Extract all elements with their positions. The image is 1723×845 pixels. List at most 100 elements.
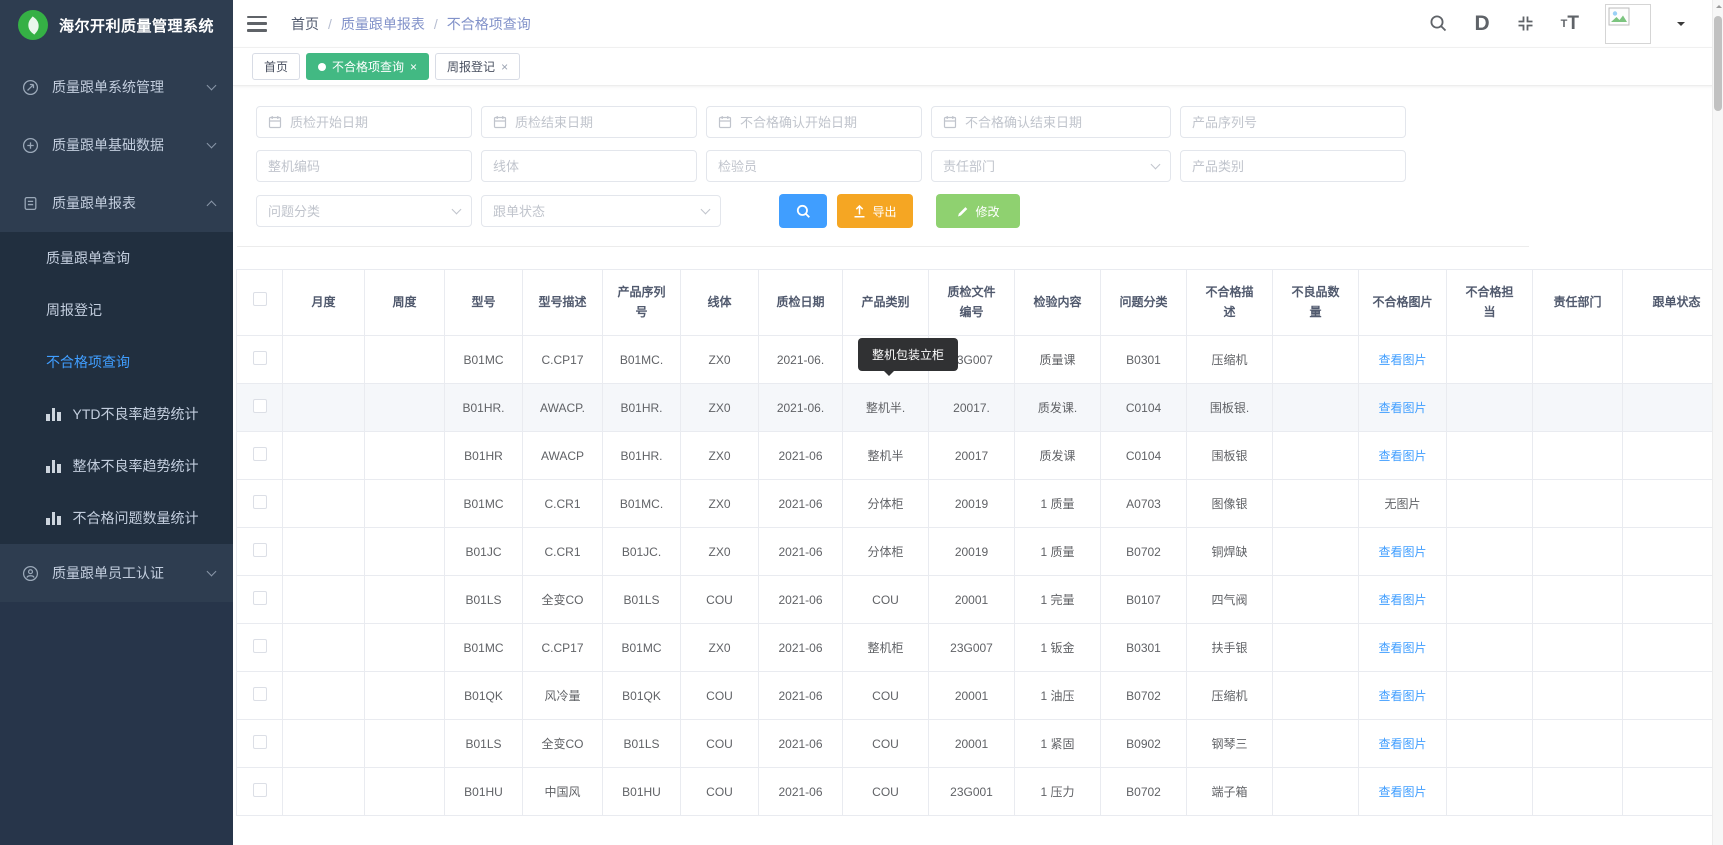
- top-navbar: 首页 / 质量跟单报表 / 不合格项查询 D TT: [233, 0, 1723, 48]
- row-select-cell: [237, 576, 283, 624]
- filter-panel: 导出 修改: [233, 86, 1723, 228]
- font-size-icon[interactable]: TT: [1561, 13, 1579, 35]
- caret-down-icon[interactable]: [1677, 22, 1685, 30]
- inspect-end-date-input[interactable]: [515, 115, 685, 130]
- search-button[interactable]: [779, 194, 827, 228]
- confirm-end-date-field[interactable]: [931, 106, 1171, 138]
- row-checkbox[interactable]: [253, 543, 267, 557]
- scrollbar-thumb[interactable]: [1714, 16, 1722, 111]
- view-image-link[interactable]: 查看图片: [1378, 785, 1426, 799]
- cell-defect-qty: [1273, 528, 1359, 576]
- scrollbar[interactable]: [1712, 0, 1723, 845]
- calendar-icon: [943, 115, 957, 129]
- sidebar-item-overall-defect-trend[interactable]: 整体不良率趋势统计: [0, 440, 233, 492]
- sidebar-item-reports[interactable]: 质量跟单报表: [0, 174, 233, 232]
- sidebar-item-employee-certification[interactable]: 质量跟单员工认证: [0, 544, 233, 602]
- view-image-link[interactable]: 查看图片: [1378, 545, 1426, 559]
- view-image-link[interactable]: 查看图片: [1378, 737, 1426, 751]
- inspect-start-date-input[interactable]: [290, 115, 460, 130]
- cell-file-no: 20019: [929, 480, 1015, 528]
- confirm-start-date-input[interactable]: [740, 115, 910, 130]
- sidebar-item-basic-data[interactable]: 质量跟单基础数据: [0, 116, 233, 174]
- scrollbar-up-button[interactable]: [1713, 0, 1723, 13]
- row-checkbox[interactable]: [253, 399, 267, 413]
- column-header: 检验内容: [1015, 270, 1101, 336]
- sidebar-item-quality-track-query[interactable]: 质量跟单查询: [0, 232, 233, 284]
- column-header: 质检文件编号: [929, 270, 1015, 336]
- view-image-link[interactable]: 查看图片: [1378, 593, 1426, 607]
- inspect-end-date-field[interactable]: [481, 106, 697, 138]
- cell-line: COU: [681, 672, 759, 720]
- view-image-link[interactable]: 查看图片: [1378, 449, 1426, 463]
- cell-defect-qty: [1273, 432, 1359, 480]
- row-checkbox[interactable]: [253, 639, 267, 653]
- tab-weekly-report[interactable]: 周报登记 ×: [435, 53, 520, 80]
- cell-defect-qty: [1273, 624, 1359, 672]
- product-serial-field[interactable]: [1180, 106, 1406, 138]
- close-icon[interactable]: ×: [501, 60, 508, 74]
- tooltip-text: 整机包装立柜: [872, 348, 944, 362]
- row-select-cell: [237, 768, 283, 816]
- view-image-link[interactable]: 查看图片: [1378, 401, 1426, 415]
- product-serial-input[interactable]: [1192, 115, 1394, 130]
- line-field[interactable]: [481, 150, 697, 182]
- sidebar-item-nonconforming-query[interactable]: 不合格项查询: [0, 336, 233, 388]
- export-button[interactable]: 导出: [837, 194, 913, 228]
- row-checkbox[interactable]: [253, 735, 267, 749]
- select-all-checkbox[interactable]: [253, 292, 267, 306]
- view-image-link[interactable]: 查看图片: [1378, 641, 1426, 655]
- breadcrumb-home[interactable]: 首页: [291, 14, 319, 34]
- sidebar-item-weekly-report[interactable]: 周报登记: [0, 284, 233, 336]
- search-icon[interactable]: [1429, 14, 1448, 33]
- row-select-cell: [237, 672, 283, 720]
- view-image-link[interactable]: 查看图片: [1378, 689, 1426, 703]
- row-checkbox[interactable]: [253, 591, 267, 605]
- row-checkbox[interactable]: [253, 351, 267, 365]
- cell-month: [283, 576, 365, 624]
- main-area: 首页 / 质量跟单报表 / 不合格项查询 D TT 首页: [233, 0, 1723, 845]
- dept-select-input[interactable]: [943, 159, 1152, 174]
- product-category-input[interactable]: [1192, 159, 1394, 174]
- machine-code-input[interactable]: [268, 159, 460, 174]
- inspect-start-date-field[interactable]: [256, 106, 472, 138]
- line-input[interactable]: [493, 159, 685, 174]
- sidebar-item-system-management[interactable]: 质量跟单系统管理: [0, 58, 233, 116]
- close-icon[interactable]: ×: [410, 60, 417, 74]
- fullscreen-icon[interactable]: [1516, 14, 1535, 33]
- problem-class-select-input[interactable]: [268, 204, 453, 219]
- cell-model-desc: C.CP17: [523, 336, 603, 384]
- row-checkbox[interactable]: [253, 495, 267, 509]
- hamburger-icon[interactable]: [247, 16, 267, 32]
- sidebar-item-ytd-defect-trend[interactable]: YTD不良率趋势统计: [0, 388, 233, 440]
- user-icon: [22, 565, 39, 582]
- row-checkbox[interactable]: [253, 783, 267, 797]
- view-image-link[interactable]: 无图片: [1384, 497, 1420, 511]
- modify-button[interactable]: 修改: [936, 194, 1020, 228]
- machine-code-field[interactable]: [256, 150, 472, 182]
- breadcrumb-reports[interactable]: 质量跟单报表: [341, 14, 425, 34]
- tab-home[interactable]: 首页: [252, 53, 300, 80]
- document-icon[interactable]: D: [1474, 12, 1489, 36]
- cell-owner: [1447, 576, 1533, 624]
- row-checkbox[interactable]: [253, 447, 267, 461]
- cell-model: B01LS: [445, 720, 523, 768]
- sidebar-item-nonconforming-count[interactable]: 不合格问题数量统计: [0, 492, 233, 544]
- track-status-select-input[interactable]: [493, 204, 702, 219]
- cell-inspect-date: 2021-06: [759, 672, 843, 720]
- inspector-field[interactable]: [706, 150, 922, 182]
- cell-defect-desc: 围板银.: [1187, 384, 1273, 432]
- inspector-input[interactable]: [718, 159, 910, 174]
- confirm-end-date-input[interactable]: [965, 115, 1159, 130]
- confirm-start-date-field[interactable]: [706, 106, 922, 138]
- track-status-select[interactable]: [481, 195, 721, 227]
- view-image-link[interactable]: 查看图片: [1378, 353, 1426, 367]
- cell-defect-desc: 扶手银: [1187, 624, 1273, 672]
- tooltip: 整机包装立柜: [858, 338, 958, 371]
- cell-dept: [1533, 384, 1623, 432]
- product-category-field[interactable]: [1180, 150, 1406, 182]
- dept-select[interactable]: [931, 150, 1171, 182]
- row-checkbox[interactable]: [253, 687, 267, 701]
- tab-nonconforming-query[interactable]: 不合格项查询 ×: [306, 53, 429, 80]
- problem-class-select[interactable]: [256, 195, 472, 227]
- avatar[interactable]: [1605, 4, 1651, 44]
